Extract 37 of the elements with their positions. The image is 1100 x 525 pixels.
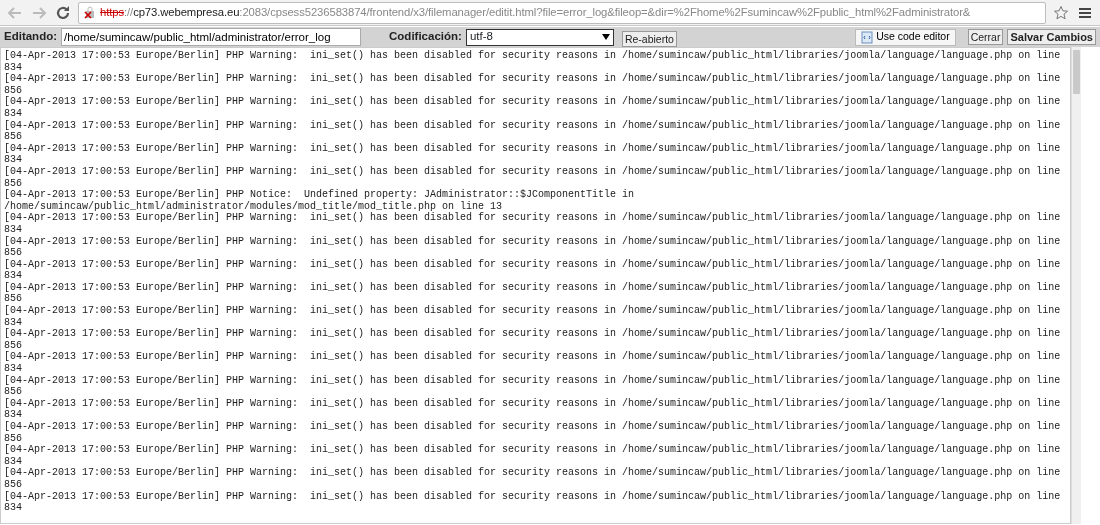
log-entry: [04-Apr-2013 17:00:53 Europe/Berlin] PHP Warning: ini_set() has been disabled for security reasons in /home/sumincaw/public_html/libraries/joomla/language/language.php on line 856 — [4, 328, 1062, 351]
log-entry: [04-Apr-2013 17:00:53 Europe/Berlin] PHP Warning: ini_set() has been disabled for security reasons in /home/sumincaw/public_html/libraries/joomla/language/language.php on line 856 — [4, 467, 1062, 491]
log-entry: [04-Apr-2013 17:00:53 Europe/Berlin] PHP Warning: ini_set() has been disabled for security reasons in /home/sumincaw/public_html/libraries/joomla/language/language.php on line 834 — [4, 305, 1062, 328]
log-entry: [04-Apr-2013 17:00:53 Europe/Berlin] PHP Warning: ini_set() has been disabled for security reasons in /home/sumincaw/public_html/libraries/joomla/language/language.php on line 834 — [4, 142, 1062, 166]
close-button[interactable]: Cerrar — [967, 29, 1004, 45]
log-entry: [04-Apr-2013 17:00:53 Europe/Berlin] PHP Warning: ini_set() has been disabled for security reasons in /home/sumincaw/public_html/libraries/joomla/language/language.php on line 856 — [4, 374, 1062, 398]
encoding-label: Codificación: — [389, 29, 462, 45]
dropdown-caret-icon[interactable] — [601, 34, 610, 41]
log-entry: [04-Apr-2013 17:00:53 Europe/Berlin] PHP Warning: ini_set() has been disabled for security reasons in /home/sumincaw/public_html/libraries/joomla/language/language.php on line 834 — [4, 50, 1062, 73]
save-button[interactable]: Salvar Cambios — [1007, 29, 1096, 45]
editor-area[interactable] — [0, 47, 1071, 524]
code-editor-button[interactable]: Use code editor — [855, 28, 956, 46]
encoding-select[interactable]: utf-8 — [465, 28, 614, 46]
url-text: https://cp73.webempresa.eu:2083/cpsess5236583874/frontend/x3/filemanager/editit.html?file=error_log&fileop=&dir=%2Fhome%2Fsumincaw%2Fpublic_html%2Fadministrator& — [100, 5, 971, 21]
scrollbar[interactable] — [1071, 47, 1081, 524]
log-entry: [04-Apr-2013 17:00:53 Europe/Berlin] PHP Warning: ini_set() has been disabled for security reasons in /home/sumincaw/public_html/libraries/joomla/language/language.php on line 856 — [4, 235, 1062, 259]
document-icon — [861, 30, 874, 44]
log-entry: [04-Apr-2013 17:00:53 Europe/Berlin] PHP Warning: ini_set() has been disabled for security reasons in /home/sumincaw/public_html/libraries/joomla/language/language.php on line 834 — [4, 490, 1062, 514]
log-entry: [04-Apr-2013 17:00:53 Europe/Berlin] PHP Warning: ini_set() has been disabled for security reasons in /home/sumincaw/public_html/libraries/joomla/language/language.php on line 834 — [4, 397, 1062, 421]
log-entry: [04-Apr-2013 17:00:53 Europe/Berlin] PHP Warning: ini_set() has been disabled for security reasons in /home/sumincaw/public_html/libraries/joomla/language/language.php on line 856 — [4, 165, 1062, 189]
address-bar[interactable]: https://cp73.webempresa.eu:2083/cpsess5236583874/frontend/x3/filemanager/editit.html?file=error_log&fileop=&dir=%2Fhome%2Fsumincaw%2Fpublic_html%2Fadministrator& — [78, 1, 1046, 24]
log-entry: [04-Apr-2013 17:00:53 Europe/Berlin] PHP Warning: ini_set() has been disabled for security reasons in /home/sumincaw/public_html/libraries/joomla/language/language.php on line 856 — [4, 421, 1062, 444]
star-icon[interactable] — [1052, 3, 1070, 22]
log-entry: [04-Apr-2013 17:00:53 Europe/Berlin] PHP Warning: ini_set() has been disabled for security reasons in /home/sumincaw/public_html/libraries/joomla/language/language.php on line 834 — [4, 258, 1062, 282]
log-entry: [04-Apr-2013 17:00:53 Europe/Berlin] PHP Warning: ini_set() has been disabled for security reasons in /home/sumincaw/public_html/libraries/joomla/language/language.php on line 834 — [4, 212, 1062, 236]
file-path-field[interactable]: /home/sumincaw/public_html/administrator/error_log — [61, 28, 362, 46]
editing-label: Editando: — [4, 29, 58, 45]
log-entry: [04-Apr-2013 17:00:53 Europe/Berlin] PHP Warning: ini_set() has been disabled for security reasons in /home/sumincaw/public_html/libraries/joomla/language/language.php on line 834 — [4, 96, 1062, 120]
log-entry: [04-Apr-2013 17:00:53 Europe/Berlin] PHP Warning: ini_set() has been disabled for security reasons in /home/sumincaw/public_html/libraries/joomla/language/language.php on line 856 — [4, 281, 1062, 305]
log-entry: [04-Apr-2013 17:00:53 Europe/Berlin] PHP Notice: Undefined property: JAdministrator::$JComponentTitle in /home/sumincaw/public_html/administrator/modules/mod_title/mod_title.php on line 13 — [4, 189, 636, 212]
log-entry: [04-Apr-2013 17:00:53 Europe/Berlin] PHP Warning: ini_set() has been disabled for security reasons in /home/sumincaw/public_html/libraries/joomla/language/language.php on line 834 — [4, 351, 1062, 375]
scrollbar-thumb[interactable] — [1073, 50, 1080, 94]
broken-lock-icon[interactable] — [83, 5, 97, 20]
log-entry: [04-Apr-2013 17:00:53 Europe/Berlin] PHP Warning: ini_set() has been disabled for security reasons in /home/sumincaw/public_html/libraries/joomla/language/language.php on line 856 — [4, 73, 1062, 96]
log-entry: [04-Apr-2013 17:00:53 Europe/Berlin] PHP Warning: ini_set() has been disabled for security reasons in /home/sumincaw/public_html/libraries/joomla/language/language.php on line 856 — [4, 119, 1062, 143]
log-entry: [04-Apr-2013 17:00:53 Europe/Berlin] PHP Warning: ini_set() has been disabled for security reasons in /home/sumincaw/public_html/libraries/joomla/language/language.php on line 834 — [4, 444, 1062, 467]
reopen-button[interactable]: Re-abierto — [621, 31, 677, 47]
